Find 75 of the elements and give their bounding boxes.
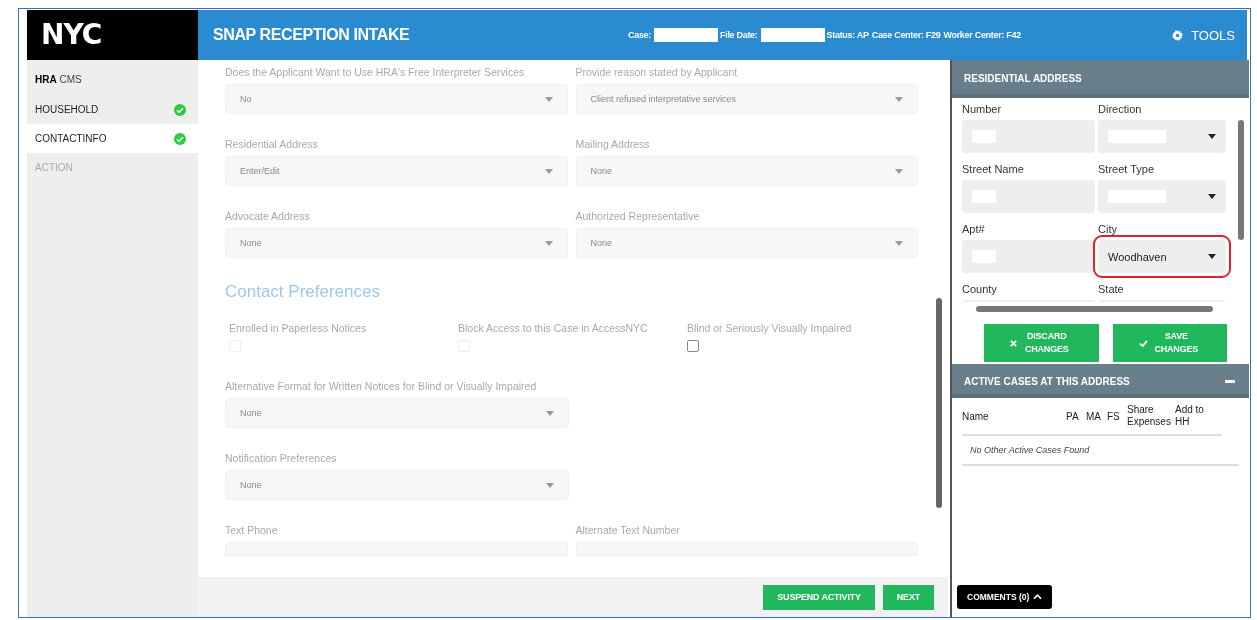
dropdown[interactable]: Enter/Edit bbox=[225, 156, 568, 186]
save-button[interactable]: SAVE CHANGES bbox=[1112, 324, 1227, 362]
empty-message: No Other Active Cases Found bbox=[962, 436, 1239, 466]
column-header: Name bbox=[962, 410, 990, 422]
field-label: Residential Address bbox=[225, 137, 319, 152]
dropdown[interactable]: None bbox=[225, 228, 568, 258]
column-header: PA bbox=[1066, 410, 1080, 422]
check-icon bbox=[1138, 339, 1148, 347]
caret-icon bbox=[1208, 134, 1216, 139]
dropdown[interactable]: No bbox=[225, 84, 568, 114]
field-label: Mailing Address bbox=[575, 137, 651, 152]
field-label: Authorized Representative bbox=[575, 209, 701, 224]
discard-button[interactable]: DISCARD CHANGES bbox=[984, 324, 1099, 362]
field-label: Street Type bbox=[1098, 162, 1156, 177]
case-info-label: File Date: bbox=[720, 30, 758, 40]
field-label: Advocate Address bbox=[225, 209, 311, 224]
field-label: State bbox=[1098, 282, 1125, 297]
dropdown[interactable] bbox=[1098, 120, 1226, 153]
caret-icon bbox=[895, 96, 903, 102]
caret-icon bbox=[895, 168, 903, 174]
checkbox-label: Block Access to this Case in AccessNYC bbox=[458, 321, 649, 336]
column-header: FS bbox=[1107, 410, 1121, 422]
tools-button[interactable]: TOOLS bbox=[1172, 27, 1235, 43]
caret-icon bbox=[546, 482, 554, 488]
comments-button[interactable]: COMMENTS (0) bbox=[957, 585, 1053, 609]
nyc-logo: NYC bbox=[27, 10, 198, 60]
case-info-label: Status: AP bbox=[826, 30, 869, 40]
dropdown[interactable]: None bbox=[575, 228, 918, 258]
panel-title: ACTIVE CASES AT THIS ADDRESS bbox=[964, 375, 1130, 387]
close-icon bbox=[1010, 339, 1017, 347]
case-info-label: Worker Center: F42 bbox=[943, 30, 1021, 40]
sidebar-item[interactable]: CONTACTINFO bbox=[27, 124, 198, 153]
field-label: Direction bbox=[1098, 102, 1143, 117]
field-label: County bbox=[962, 282, 998, 297]
dropdown[interactable]: None bbox=[225, 470, 569, 500]
section-heading: Contact Preferences bbox=[225, 282, 381, 302]
caret-icon bbox=[544, 168, 553, 174]
chevron-up-icon bbox=[1033, 594, 1043, 600]
column-header: Add to HH bbox=[1175, 404, 1205, 428]
dropdown[interactable]: Client refused interpretative services bbox=[575, 84, 918, 114]
caret-icon bbox=[1208, 194, 1216, 199]
settings-icon bbox=[1172, 29, 1184, 41]
field-label: City bbox=[1098, 222, 1118, 237]
app-name: HRA CMS bbox=[34, 73, 83, 87]
field-label: Alternative Format for Written Notices for Blind or Visually Impaired bbox=[225, 379, 538, 394]
dropdown[interactable]: None bbox=[575, 156, 918, 186]
caret-icon bbox=[544, 96, 553, 102]
column-header: MA bbox=[1086, 410, 1102, 422]
action-button[interactable]: NEXT bbox=[882, 584, 934, 610]
field-label: Apt# bbox=[962, 222, 986, 237]
checkbox-label: Blind or Seriously Visually Impaired bbox=[687, 321, 853, 336]
caret-icon bbox=[546, 410, 554, 416]
action-button[interactable]: SUSPEND ACTIVITY bbox=[763, 584, 875, 610]
case-info-label: Case: bbox=[628, 30, 651, 40]
field-label: Number bbox=[962, 102, 1003, 117]
field-label: Text Phone bbox=[225, 523, 279, 538]
caret-icon bbox=[544, 240, 553, 246]
caret-icon bbox=[1208, 254, 1216, 259]
field-label: Provide reason stated by Applicant bbox=[575, 65, 739, 80]
field-label: Street Name bbox=[962, 162, 1025, 177]
field-label: Does the Applicant Want to Use HRA's Free Interpreter Services bbox=[225, 65, 526, 80]
dropdown[interactable] bbox=[1098, 180, 1226, 213]
checkbox[interactable] bbox=[687, 340, 699, 352]
collapse-icon[interactable] bbox=[1225, 379, 1235, 383]
field-label: Alternate Text Number bbox=[575, 523, 681, 538]
caret-icon bbox=[895, 240, 903, 246]
column-header: Share Expenses bbox=[1127, 404, 1172, 428]
dropdown[interactable]: None bbox=[225, 398, 569, 428]
field-label: Notification Preferences bbox=[225, 451, 338, 466]
checkbox-label: Enrolled in Paperless Notices bbox=[229, 321, 368, 336]
input-field[interactable] bbox=[962, 240, 1095, 273]
page-title: SNAP RECEPTION INTAKE bbox=[213, 26, 411, 44]
case-info-label: Case Center: F29 bbox=[871, 30, 941, 40]
panel-header: RESIDENTIAL ADDRESS bbox=[952, 60, 1249, 98]
sidebar-item[interactable]: HOUSEHOLD bbox=[27, 95, 198, 124]
